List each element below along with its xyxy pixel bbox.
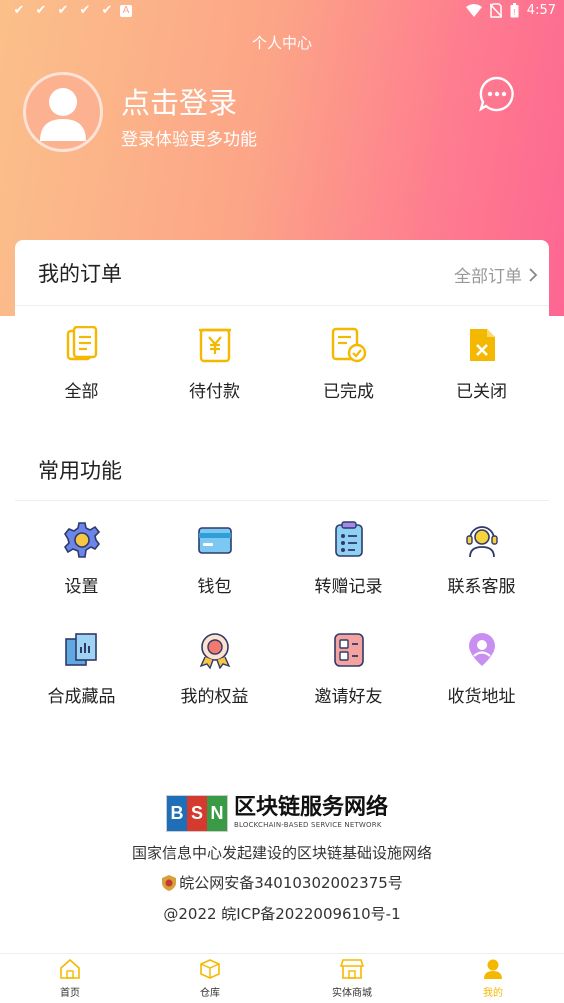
tab-mine[interactable]: 我的: [453, 958, 533, 999]
bottom-tab-bar: 首页 仓库 实体商城 我的: [0, 953, 564, 1003]
bsn-letter-s: S: [187, 796, 207, 831]
check-notification-icon: ✔: [101, 3, 113, 18]
check-notification-icon: ✔: [79, 3, 91, 18]
all-orders-label: 全部订单: [454, 267, 522, 287]
avatar[interactable]: [23, 72, 103, 152]
bsn-name: 区块链服务网络: [234, 795, 389, 820]
tab-warehouse-label: 仓库: [200, 988, 220, 999]
check-notification-icon: ✔: [13, 3, 25, 18]
wallet-icon: [197, 527, 232, 554]
status-bar: ✔ ✔ ✔ ✔ ✔ A ! 4:57: [0, 0, 564, 24]
function-invite-friends[interactable]: 邀请好友: [282, 630, 415, 707]
orders-divider: [15, 305, 549, 306]
check-notification-icon: ✔: [57, 3, 69, 18]
app-notification-icon: A: [120, 5, 132, 17]
bsn-english-name: BLOCKCHAIN-BASED SERVICE NETWORK: [234, 821, 382, 829]
order-completed[interactable]: 已完成: [282, 325, 415, 402]
page-title: 个人中心: [251, 34, 312, 52]
store-icon: [340, 959, 364, 979]
all-orders-link[interactable]: 全部订单: [454, 262, 538, 287]
tab-store[interactable]: 实体商城: [312, 958, 392, 999]
bsn-letter-b: B: [167, 796, 187, 831]
order-closed-label: 已关闭: [456, 382, 507, 402]
tab-home-label: 首页: [60, 988, 80, 999]
status-time: 4:57: [526, 3, 556, 18]
order-all-label: 全部: [64, 382, 99, 402]
orders-title: 我的订单: [38, 262, 122, 286]
user-placeholder-icon: [40, 88, 86, 141]
gear-icon: [63, 522, 100, 558]
battery-icon: !: [510, 3, 519, 18]
collection-icon: [64, 633, 97, 666]
no-sim-icon: [489, 3, 502, 18]
bsn-logo: B S N: [166, 795, 228, 832]
function-customer-service[interactable]: 联系客服: [415, 520, 548, 597]
record-list-icon: [334, 521, 363, 557]
function-shipping-address[interactable]: 收货地址: [415, 630, 548, 707]
order-all[interactable]: 全部: [15, 325, 148, 402]
check-notification-icon: ✔: [35, 3, 47, 18]
box-icon: [200, 959, 220, 979]
login-link[interactable]: 点击登录: [121, 80, 237, 122]
login-subtitle: 登录体验更多功能: [121, 130, 257, 150]
functions-divider: [15, 500, 549, 501]
profile-icon: [484, 959, 502, 979]
function-collection-label: 合成藏品: [47, 687, 116, 707]
function-my-benefits[interactable]: 我的权益: [148, 630, 281, 707]
closed-doc-icon: [469, 329, 495, 361]
customer-service-icon: [465, 526, 498, 558]
order-closed[interactable]: 已关闭: [415, 325, 548, 402]
function-synthesize-collection[interactable]: 合成藏品: [15, 630, 148, 707]
chat-bubble-icon: [479, 76, 514, 112]
function-service-label: 联系客服: [447, 577, 516, 597]
police-record-link[interactable]: 皖公网安备34010302002375号: [0, 872, 564, 893]
chevron-right-icon: [529, 267, 538, 282]
functions-title: 常用功能: [38, 459, 122, 483]
notification-icons: ✔ ✔ ✔ ✔ ✔ A: [10, 3, 132, 19]
tab-warehouse[interactable]: 仓库: [170, 958, 250, 999]
document-icon: [66, 326, 97, 361]
yen-receipt-icon: [198, 328, 231, 363]
order-completed-label: 已完成: [323, 382, 374, 402]
police-record-text: 皖公网安备34010302002375号: [179, 874, 403, 892]
function-transfer-label: 转赠记录: [314, 577, 383, 597]
message-button[interactable]: [478, 75, 516, 113]
bsn-tagline: 国家信息中心发起建设的区块链基础设施网络: [131, 844, 432, 862]
wifi-icon: [465, 3, 482, 17]
function-invite-label: 邀请好友: [314, 687, 383, 707]
location-icon: [468, 633, 495, 666]
tab-home[interactable]: 首页: [30, 958, 110, 999]
icp-record-link[interactable]: @2022 皖ICP备2022009610号-1: [0, 903, 564, 924]
invite-icon: [333, 633, 364, 667]
function-wallet[interactable]: 钱包: [148, 520, 281, 597]
tab-mine-label: 我的: [483, 988, 503, 999]
order-pending-payment[interactable]: 待付款: [148, 325, 281, 402]
svg-text:!: !: [513, 8, 516, 17]
medal-icon: [199, 633, 230, 669]
home-icon: [60, 958, 80, 979]
function-wallet-label: 钱包: [197, 577, 232, 597]
function-transfer-records[interactable]: 转赠记录: [282, 520, 415, 597]
order-pending-label: 待付款: [189, 382, 240, 402]
function-address-label: 收货地址: [447, 687, 516, 707]
function-settings-label: 设置: [64, 577, 99, 597]
completed-doc-icon: [331, 327, 366, 363]
function-settings[interactable]: 设置: [15, 520, 148, 597]
tab-store-label: 实体商城: [332, 988, 372, 999]
police-badge-icon: [162, 874, 177, 891]
bsn-brand: B S N 区块链服务网络 BLOCKCHAIN-BASED SERVICE N…: [166, 795, 388, 832]
function-benefits-label: 我的权益: [180, 687, 249, 707]
bsn-letter-n: N: [207, 796, 227, 831]
